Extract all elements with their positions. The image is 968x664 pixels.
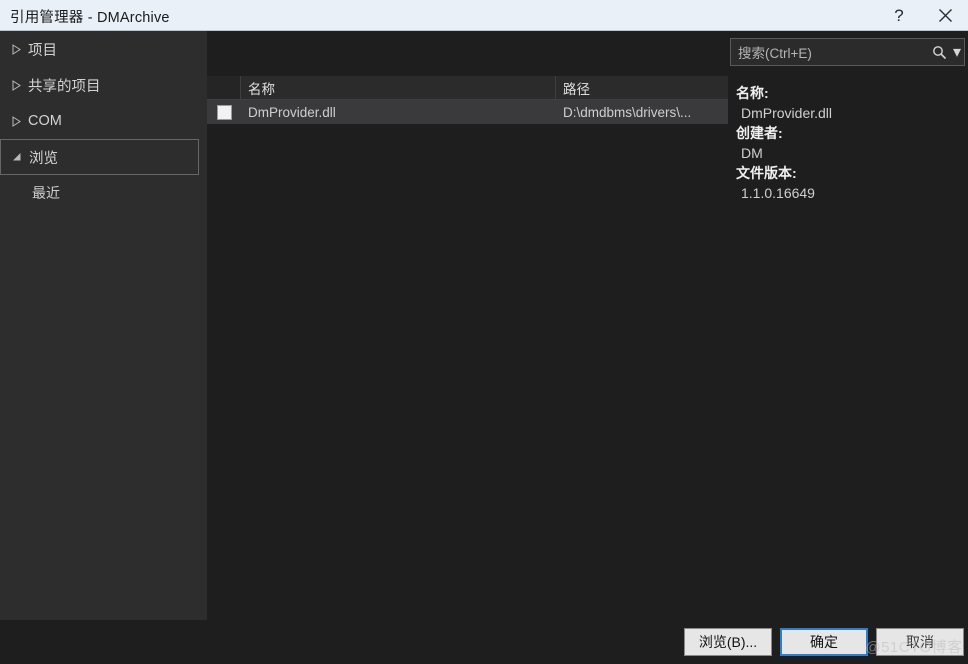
sidebar-item-projects[interactable]: 项目 bbox=[0, 31, 207, 67]
detail-key-name: 名称: bbox=[736, 83, 964, 103]
column-header-checkbox[interactable] bbox=[207, 76, 241, 99]
sidebar-item-label: 项目 bbox=[28, 39, 57, 60]
chevron-right-icon bbox=[4, 44, 28, 55]
details-list: 名称: DmProvider.dll 创建者: DM 文件版本: 1.1.0.1… bbox=[736, 83, 964, 203]
table-row[interactable]: DmProvider.dll D:\dmdbms\drivers\... bbox=[207, 100, 728, 124]
search-box[interactable]: 搜索(Ctrl+E) ▾ bbox=[730, 38, 965, 66]
sidebar-item-recent[interactable]: 最近 bbox=[0, 175, 207, 211]
checkbox-icon[interactable] bbox=[217, 105, 232, 120]
column-header-path[interactable]: 路径 bbox=[556, 76, 728, 99]
ok-button[interactable]: 确定 bbox=[780, 628, 868, 656]
details-panel: 搜索(Ctrl+E) ▾ 名称: DmProvider.dll 创建者: DM … bbox=[728, 31, 968, 620]
title-bar: 引用管理器 - DMArchive ? bbox=[0, 0, 968, 31]
chevron-down-icon bbox=[5, 152, 29, 162]
window-title: 引用管理器 - DMArchive bbox=[10, 6, 170, 27]
column-header-name[interactable]: 名称 bbox=[241, 76, 556, 99]
dialog-footer: 浏览(B)... 确定 取消 bbox=[0, 620, 968, 664]
detail-value-file-version: 1.1.0.16649 bbox=[736, 183, 964, 203]
sidebar-item-com[interactable]: COM bbox=[0, 103, 207, 139]
list-empty-area bbox=[207, 124, 728, 644]
title-bar-buttons: ? bbox=[876, 0, 968, 31]
chevron-down-icon[interactable]: ▾ bbox=[950, 42, 964, 62]
sidebar-item-label: 共享的项目 bbox=[28, 75, 101, 96]
sidebar-item-label: COM bbox=[28, 113, 62, 129]
detail-value-name: DmProvider.dll bbox=[736, 103, 964, 123]
question-mark-icon: ? bbox=[894, 6, 903, 26]
detail-key-creator: 创建者: bbox=[736, 123, 964, 143]
chevron-right-icon bbox=[4, 80, 28, 91]
reference-manager-dialog: 引用管理器 - DMArchive ? 项目 共享的项目 bbox=[0, 0, 968, 664]
search-input[interactable]: 搜索(Ctrl+E) bbox=[731, 42, 928, 62]
row-name: DmProvider.dll bbox=[241, 100, 556, 124]
chevron-right-icon bbox=[4, 116, 28, 127]
browse-button[interactable]: 浏览(B)... bbox=[684, 628, 772, 656]
reference-list-panel: 名称 路径 DmProvider.dll D:\dmdbms\drivers\.… bbox=[207, 76, 728, 620]
detail-value-creator: DM bbox=[736, 143, 964, 163]
sidebar-item-label: 最近 bbox=[32, 183, 60, 203]
detail-key-file-version: 文件版本: bbox=[736, 163, 964, 183]
close-button[interactable] bbox=[922, 0, 968, 31]
sidebar: 项目 共享的项目 COM 浏览 最近 bbox=[0, 31, 207, 620]
close-icon bbox=[938, 8, 953, 23]
list-header: 名称 路径 bbox=[207, 76, 728, 100]
search-icon[interactable] bbox=[928, 45, 950, 60]
sidebar-item-label: 浏览 bbox=[29, 147, 58, 168]
footer-button-row: 浏览(B)... 确定 取消 bbox=[684, 628, 964, 656]
row-checkbox-cell[interactable] bbox=[207, 100, 241, 124]
cancel-button[interactable]: 取消 bbox=[876, 628, 964, 656]
help-button[interactable]: ? bbox=[876, 0, 922, 31]
row-path: D:\dmdbms\drivers\... bbox=[556, 100, 728, 124]
sidebar-item-shared-projects[interactable]: 共享的项目 bbox=[0, 67, 207, 103]
sidebar-item-browse[interactable]: 浏览 bbox=[0, 139, 199, 175]
